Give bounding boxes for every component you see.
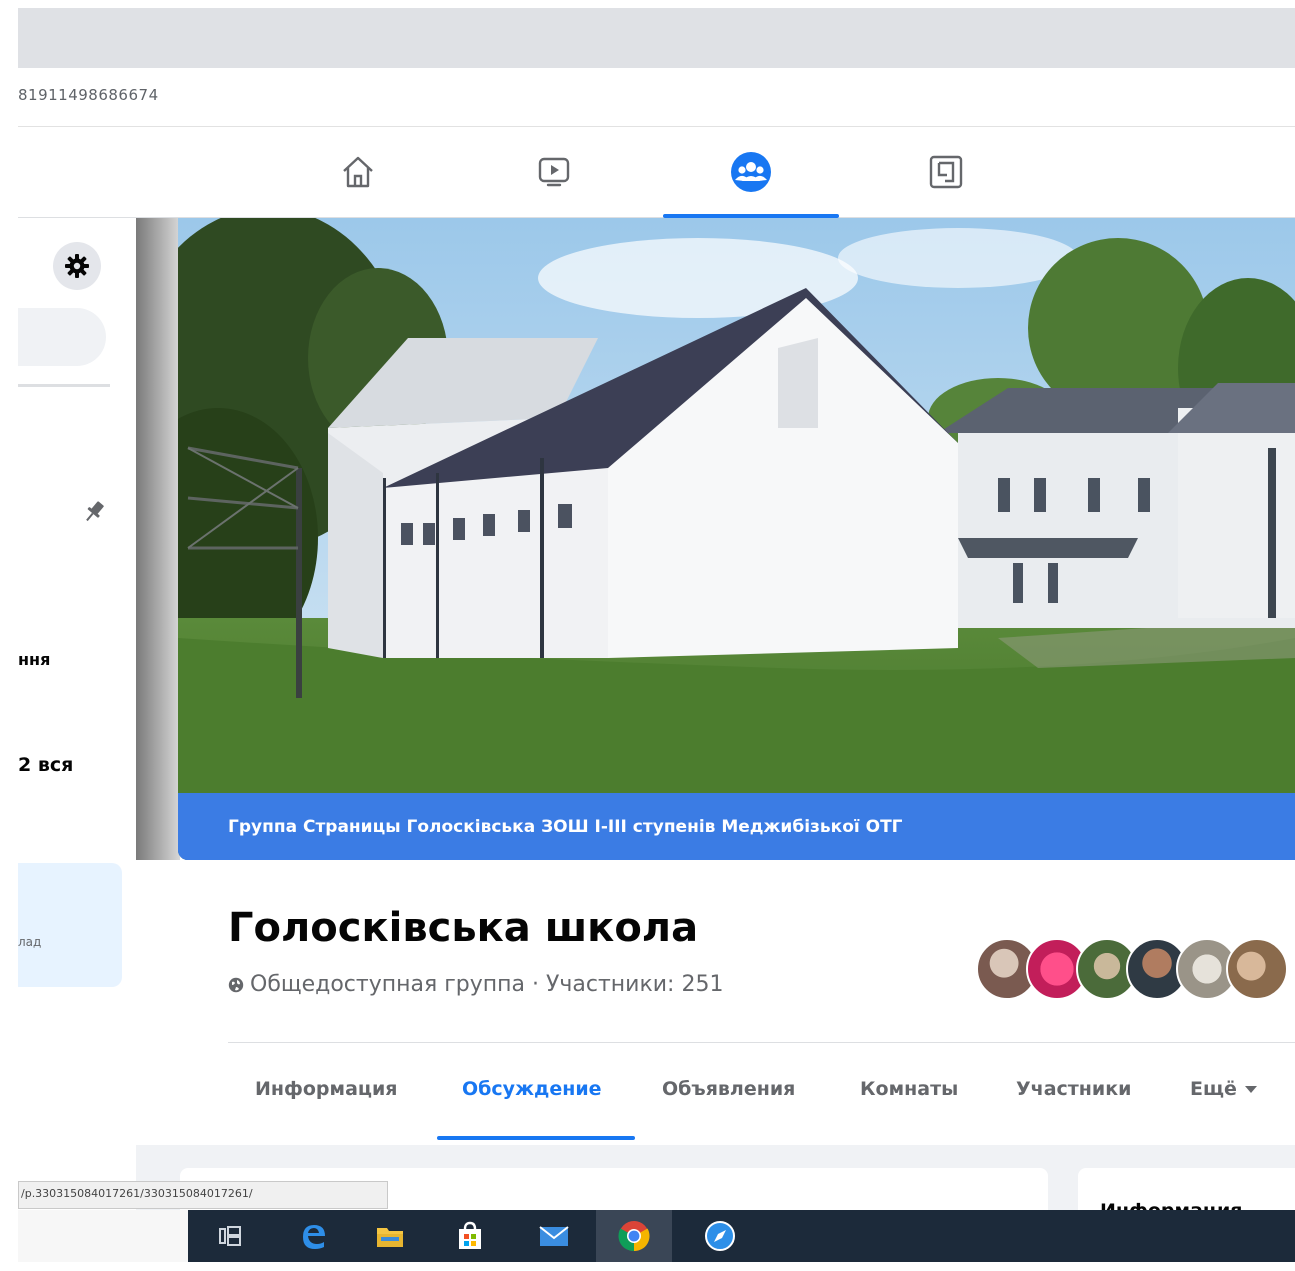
chrome-button[interactable]	[616, 1218, 652, 1254]
tab-discussion[interactable]: Обсуждение	[462, 1078, 602, 1100]
compass-app-button[interactable]	[702, 1218, 738, 1254]
gear-icon	[65, 254, 89, 278]
sidebar-label-1: ння	[18, 650, 51, 669]
file-explorer-button[interactable]	[372, 1218, 408, 1254]
chevron-down-icon	[1244, 1086, 1257, 1093]
browser-status-bar: /p.330315084017261/330315084017261/	[18, 1181, 388, 1209]
left-panel: ння 2 вся лад	[18, 218, 136, 1210]
tab-more[interactable]: Ещё	[1190, 1078, 1257, 1100]
edge-icon	[303, 1225, 325, 1249]
browser-tabstrip	[18, 8, 1295, 68]
group-subtitle: Общедоступная группа · Участники: 251	[228, 972, 723, 997]
task-view-icon	[219, 1226, 241, 1246]
watch-icon	[538, 157, 570, 187]
left-panel-bottom	[18, 1210, 188, 1262]
tabs-divider	[228, 1042, 1295, 1043]
screen-border-left	[0, 0, 18, 1271]
cover-edge-shadow	[136, 218, 180, 860]
store-icon	[459, 1221, 481, 1249]
divider	[18, 384, 110, 387]
screen-border-top	[0, 0, 1295, 8]
tab-info[interactable]: Информация	[255, 1078, 397, 1100]
mail-button[interactable]	[536, 1218, 572, 1254]
sidebar-label-2: 2 вся	[18, 754, 74, 776]
nav-groups[interactable]	[663, 127, 839, 218]
group-title: Голосківська школа	[228, 905, 699, 951]
cover-image	[178, 218, 1295, 860]
file-explorer-icon	[377, 1228, 403, 1247]
windows-taskbar	[188, 1210, 1295, 1262]
safari-like-icon	[705, 1221, 735, 1251]
cover-banner-text: Группа Страницы Голосківська ЗОШ І-ІІІ с…	[228, 816, 903, 837]
chrome-icon	[618, 1221, 650, 1252]
sidebar-card[interactable]: лад	[18, 863, 122, 987]
nav-home[interactable]	[270, 127, 446, 217]
browser-address-bar[interactable]: 81911498686674	[18, 68, 1295, 127]
settings-button[interactable]	[53, 242, 101, 290]
status-url: /p.330315084017261/330315084017261/	[21, 1187, 253, 1200]
active-tab-indicator	[437, 1136, 635, 1140]
top-navigation	[18, 127, 1295, 218]
nav-watch[interactable]	[466, 127, 642, 217]
cover-banner[interactable]: Группа Страницы Голосківська ЗОШ І-ІІІ с…	[178, 793, 1295, 860]
nav-gaming[interactable]	[858, 127, 1034, 217]
avatar[interactable]	[1226, 938, 1288, 1000]
tab-announcements[interactable]: Объявления	[662, 1078, 795, 1100]
sidebar-card-text: лад	[18, 935, 42, 949]
gaming-icon	[929, 155, 963, 189]
cover-photo: Группа Страницы Голосківська ЗОШ І-ІІІ с…	[178, 218, 1295, 860]
groups-icon	[731, 152, 771, 192]
globe-icon	[228, 977, 244, 992]
store-button[interactable]	[452, 1218, 488, 1254]
group-subtitle-text: Общедоступная группа · Участники: 251	[250, 972, 724, 997]
home-icon	[343, 156, 373, 188]
screen-border-bottom	[0, 1262, 1295, 1271]
tab-members[interactable]: Участники	[1016, 1078, 1131, 1100]
search-field[interactable]	[18, 308, 106, 366]
tab-rooms[interactable]: Комнаты	[860, 1078, 958, 1100]
edge-button[interactable]	[296, 1218, 332, 1254]
url-text[interactable]: 81911498686674	[18, 86, 159, 104]
task-view-button[interactable]	[212, 1218, 248, 1254]
mail-icon	[539, 1226, 569, 1246]
pin-icon[interactable]	[80, 498, 108, 526]
tab-more-label: Ещё	[1190, 1078, 1237, 1100]
